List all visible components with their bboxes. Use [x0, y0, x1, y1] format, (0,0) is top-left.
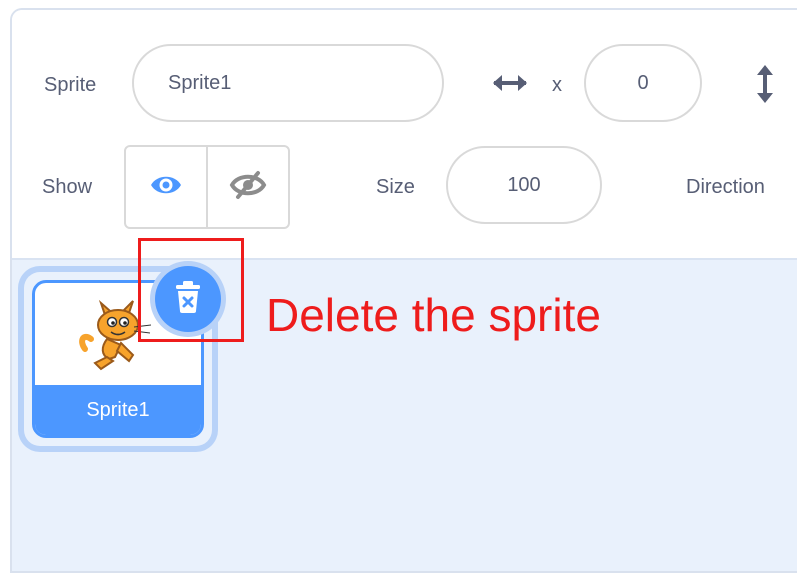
sprite-tile-name: Sprite1: [86, 398, 150, 421]
horizontal-arrows-icon: [490, 68, 530, 103]
show-hidden-button[interactable]: [206, 147, 288, 227]
screenshot-frame: Sprite Sprite1 x 0 Show Size 100 Directi…: [0, 0, 797, 573]
x-value: 0: [637, 71, 649, 94]
sprite-name-input[interactable]: Sprite1: [132, 44, 444, 122]
x-label: x: [552, 74, 562, 96]
vertical-arrows-icon: [752, 62, 778, 111]
eye-icon: [149, 173, 183, 202]
show-visible-button[interactable]: [126, 147, 206, 227]
sprite-tile-name-bar: Sprite1: [35, 385, 201, 435]
size-value: 100: [507, 173, 541, 196]
sprite-name-value: Sprite1: [168, 71, 232, 94]
sprite-info-panel: Sprite Sprite1 x 0 Show Size 100 Directi…: [12, 10, 797, 260]
show-label: Show: [42, 176, 93, 198]
size-input[interactable]: 100: [446, 146, 602, 224]
visibility-toggle: [124, 145, 290, 229]
eye-off-icon: [229, 170, 267, 205]
annotation-text: Delete the sprite: [266, 289, 601, 341]
x-input[interactable]: 0: [584, 44, 702, 122]
annotation-highlight-box: [138, 238, 244, 342]
size-label: Size: [376, 176, 415, 198]
sprite-label: Sprite: [44, 74, 97, 96]
direction-label: Direction: [686, 176, 765, 198]
